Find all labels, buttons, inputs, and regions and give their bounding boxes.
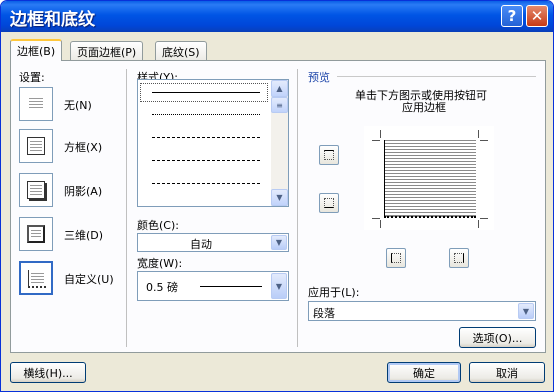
divider-left: [126, 69, 127, 347]
width-label: 宽度(W):: [137, 257, 183, 270]
border-none-icon[interactable]: [19, 87, 53, 121]
color-select[interactable]: 自动 ▼: [137, 233, 289, 252]
border-top-toggle-icon[interactable]: [319, 145, 339, 165]
doc-shadow-icon: [27, 181, 45, 199]
dialog-title: 边框和底纹: [10, 10, 95, 30]
borders-panel: 设置: 无(N) 方框(X) 阴影(A) 三维(D) 自定义(U) 样式(Y):: [10, 60, 546, 353]
apply-to-dropdown-arrow-icon[interactable]: ▼: [518, 303, 534, 319]
width-value: 0.5 磅: [146, 281, 178, 294]
setting-3d-label: 三维(D): [64, 229, 104, 242]
setting-shadow-label: 阴影(A): [64, 185, 103, 198]
tab-borders[interactable]: 边框(B): [10, 39, 63, 62]
preview-hint-line2: 应用边框: [402, 101, 446, 114]
setting-box-label: 方框(X): [64, 141, 103, 154]
width-line-sample: [200, 286, 262, 287]
style-scrollbar[interactable]: ▲ ≡ ▼: [271, 80, 288, 206]
apply-to-label: 应用于(L):: [308, 286, 360, 299]
cancel-button[interactable]: 取消: [469, 362, 545, 383]
scroll-up-arrow-icon[interactable]: ▲: [271, 80, 288, 97]
apply-to-select[interactable]: 段落 ▼: [308, 301, 536, 321]
width-dropdown-arrow-icon[interactable]: ▼: [271, 273, 287, 299]
setting-none-label: 无(N): [64, 99, 92, 112]
style-option-solid[interactable]: [152, 92, 260, 93]
doc-box-icon: [27, 137, 45, 155]
doc-custom-icon: [28, 270, 46, 288]
dialog-window: 边框和底纹 ? ✕ 边框(B) 页面边框(P) 底纹(S) 设置: 无(N) 方…: [0, 0, 554, 392]
color-label: 颜色(C):: [137, 219, 179, 232]
doc-lines-icon: [27, 95, 45, 113]
doc-3d-icon: [27, 225, 45, 243]
line-style-list[interactable]: ▲ ≡ ▼: [137, 79, 289, 207]
style-option-dotted[interactable]: [152, 114, 260, 115]
scroll-down-arrow-icon[interactable]: ▼: [271, 189, 288, 206]
preview-paragraph: [384, 140, 476, 218]
apply-to-value: 段落: [313, 307, 335, 320]
tab-page-border[interactable]: 页面边框(P): [70, 41, 144, 60]
style-option-dashed-short[interactable]: [152, 137, 260, 138]
close-button[interactable]: ✕: [526, 5, 548, 27]
border-left-toggle-icon[interactable]: [386, 248, 406, 268]
color-value: 自动: [190, 238, 212, 251]
style-option-dash-dot[interactable]: [152, 183, 260, 184]
preview-group-line: [337, 76, 536, 77]
border-custom-icon[interactable]: [19, 261, 53, 295]
border-bottom-toggle-icon[interactable]: [319, 193, 339, 213]
help-button[interactable]: ?: [501, 5, 523, 27]
settings-label: 设置:: [19, 71, 45, 84]
setting-custom-label: 自定义(U): [64, 273, 114, 286]
preview-label: 预览: [308, 71, 330, 84]
color-dropdown-arrow-icon[interactable]: ▼: [271, 235, 287, 250]
border-box-icon[interactable]: [19, 129, 53, 163]
preview-area[interactable]: [364, 126, 494, 230]
border-shadow-icon[interactable]: [19, 173, 53, 207]
style-option-dashed[interactable]: [152, 160, 260, 161]
title-bar[interactable]: 边框和底纹 ? ✕: [1, 1, 553, 32]
width-select[interactable]: 0.5 磅 ▼: [137, 271, 289, 301]
divider-right: [297, 69, 298, 347]
tab-shading[interactable]: 底纹(S): [155, 41, 207, 60]
options-button[interactable]: 选项(O)...: [459, 327, 536, 348]
border-right-toggle-icon[interactable]: [449, 248, 469, 268]
horizontal-line-button[interactable]: 横线(H)...: [10, 362, 86, 383]
ok-button[interactable]: 确定: [387, 362, 461, 383]
scroll-thumb[interactable]: ≡: [271, 97, 288, 113]
border-3d-icon[interactable]: [19, 217, 53, 251]
